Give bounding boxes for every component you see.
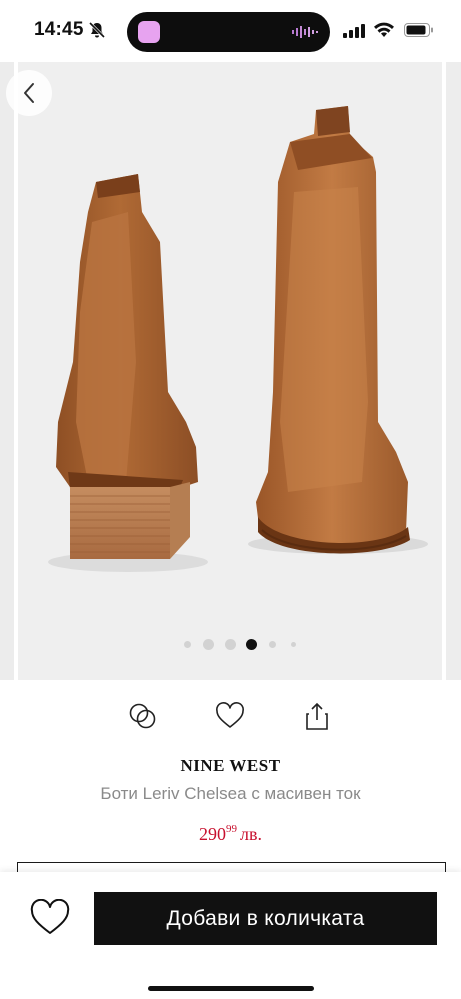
home-indicator [148,986,314,991]
battery-icon [404,23,433,37]
boots-photo [48,106,428,572]
wifi-icon [374,22,394,37]
compare-button[interactable] [125,698,161,734]
heart-icon [30,899,70,934]
status-bar: 14:45 [0,0,461,62]
product-image-gallery[interactable] [0,62,461,680]
product-price: 29099 лв. [0,823,461,845]
dynamic-island [127,12,330,52]
product-image [18,62,442,680]
share-button[interactable] [299,698,335,734]
gallery-pagination [0,639,461,651]
gallery-dot-5[interactable] [269,641,276,648]
heart-icon [216,702,244,728]
favorite-bottom-button[interactable] [28,896,72,940]
back-button[interactable] [6,70,52,116]
bottom-action-bar: Добави в количката [0,872,461,999]
app-icon [138,21,160,43]
previous-image-peek [0,62,14,680]
product-actions [0,698,461,738]
price-main: 290 [199,824,226,844]
compare-circles-icon [129,703,156,729]
gallery-dot-3[interactable] [225,639,236,650]
chevron-left-icon [24,83,34,103]
product-brand[interactable]: NINE WEST [0,756,461,776]
gallery-dot-2[interactable] [203,639,214,650]
signal-icon [343,24,365,38]
gallery-dot-6[interactable] [291,642,296,647]
price-cents: 99 [226,823,237,835]
product-name: Боти Leriv Chelsea с масивен ток [100,784,361,803]
gallery-dot-active[interactable] [246,639,257,650]
status-time: 14:45 [34,19,84,40]
bell-muted-icon [88,21,106,39]
favorite-button[interactable] [212,698,248,734]
next-image-peek [446,62,461,680]
audio-wave-icon [292,26,318,38]
add-to-cart-button[interactable]: Добави в количката [94,892,437,945]
gallery-dot-1[interactable] [184,641,191,648]
price-currency: лв. [240,824,262,844]
share-icon [306,702,328,730]
